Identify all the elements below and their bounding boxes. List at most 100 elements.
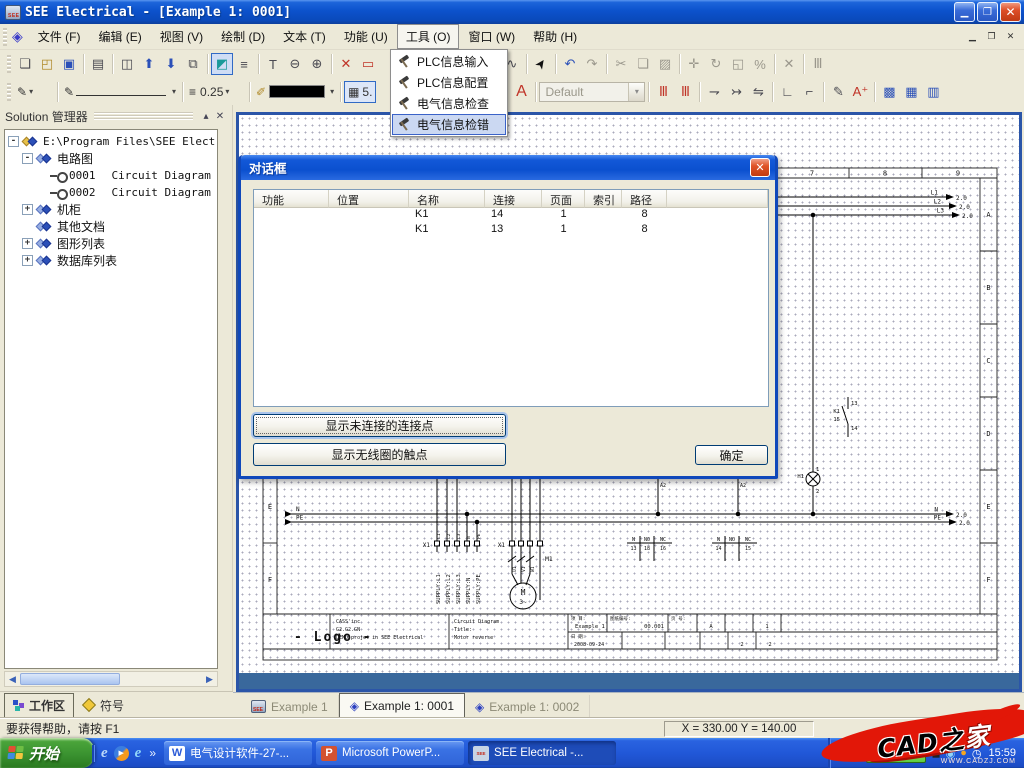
font-style-select[interactable]: Default ▾ [539,82,645,102]
pen-style-dropdown[interactable]: ✎ ▾ [14,81,54,103]
ok-button[interactable]: 确定 [695,445,768,465]
wire-numbering-icon[interactable]: ▩ [878,81,900,103]
power-plug-icon[interactable]: ◼ [931,747,940,760]
page-up-icon[interactable]: ⬆ [138,53,160,75]
menu-item-plc-config[interactable]: PLC信息配置 [392,72,506,93]
menu-draw[interactable]: 绘制 (D) [212,24,274,49]
show-contacts-without-coil-button[interactable]: 显示无线圈的触点 [253,443,506,466]
text-icon[interactable]: A [510,81,532,103]
keyboard-icon[interactable]: ⌨ [841,745,861,762]
page-manager-icon[interactable]: ⧉ [182,53,204,75]
page-down-icon[interactable]: ⬇ [160,53,182,75]
menu-text[interactable]: 文本 (T) [274,24,335,49]
chevron-more-icon[interactable]: » [149,746,156,760]
scale-icon[interactable]: ◱ [727,53,749,75]
potential-lines-icon[interactable]: Ⅲ [652,81,674,103]
horizontal-scrollbar[interactable]: ◀ ▶ [4,671,218,687]
mdi-minimize-button[interactable]: ▁ [965,30,980,43]
tab-workspace[interactable]: 工作区 [4,693,74,717]
menu-window[interactable]: 窗口 (W) [459,24,524,49]
terminal-tool-icon[interactable]: ▦ [900,81,922,103]
zoom-in-icon[interactable]: ⊕ [306,53,328,75]
dialog-title-bar[interactable]: 对话框 ✕ [241,155,775,180]
menu-item-plc-input[interactable]: PLC信息输入 [392,51,506,72]
tree-item-circuits[interactable]: - 电路图 [8,150,217,167]
delete-icon[interactable]: ✕ [335,53,357,75]
show-unconnected-points-button[interactable]: 显示未连接的连接点 [253,414,506,437]
redo-icon[interactable]: ↷ [581,53,603,75]
menu-edit[interactable]: 编辑 (E) [89,24,150,49]
expand-box-icon[interactable]: + [22,255,33,266]
tab-example1-0001[interactable]: ◈ Example 1: 0001 [339,693,465,718]
table-row[interactable]: K1 14 1 8 [254,208,768,223]
corner2-icon[interactable]: ⌐ [798,81,820,103]
line-style-dropdown[interactable]: ✎ ▾ [61,81,179,103]
table-row[interactable]: K1 13 1 8 [254,223,768,238]
expand-box-icon[interactable]: + [22,204,33,215]
column-path[interactable]: 路径 [622,190,667,208]
column-index[interactable]: 索引 [585,190,622,208]
mdi-close-button[interactable]: ✕ [1003,30,1018,43]
tab-example1[interactable]: SEE Example 1 [241,695,339,718]
clock-icon[interactable]: ◷ [972,747,982,760]
battery-indicator[interactable]: 99% [866,743,926,763]
pen-w-icon[interactable]: ✎ [827,81,849,103]
percent-icon[interactable]: % [749,53,771,75]
move-icon[interactable]: ✛ [683,53,705,75]
menu-tools[interactable]: 工具 (O) [397,24,460,49]
wire-arrow2-icon[interactable]: ↣ [725,81,747,103]
column-position[interactable]: 位置 [329,190,409,208]
expand-box-icon[interactable]: + [22,238,33,249]
results-list[interactable]: 功能 位置 名称 连接 页面 索引 路径 K1 14 1 8 K1 13 1 8 [253,189,769,407]
zoom-out-icon[interactable]: ⊖ [284,53,306,75]
scroll-left-icon[interactable]: ◀ [5,674,20,685]
tree-item-graphic-lists[interactable]: + 图形列表 [8,235,217,252]
page-copy-icon[interactable]: ◫ [116,53,138,75]
delete-gray-icon[interactable]: ✕ [778,53,800,75]
close-button[interactable]: ✕ [1000,2,1021,22]
wire-arrow1-icon[interactable]: ⇁ [703,81,725,103]
text-plus-icon[interactable]: A⁺ [849,81,871,103]
scrollbar-thumb[interactable] [20,673,120,685]
page-text-icon[interactable]: T [262,53,284,75]
wire-arrow3-icon[interactable]: ⇋ [747,81,769,103]
schematic-view-icon[interactable]: ◩ [211,53,233,75]
rotate-icon[interactable]: ↻ [705,53,727,75]
fill-color-dropdown[interactable]: ✐ ▾ [253,81,337,103]
taskbar-item-powerpoint[interactable]: P Microsoft PowerP... [316,741,464,765]
panel-close-button[interactable]: ✕ [213,111,227,122]
open-folder-icon[interactable]: ◰ [36,53,58,75]
menu-function[interactable]: 功能 (U) [335,24,397,49]
column-connection[interactable]: 连接 [485,190,542,208]
select-rect-icon[interactable]: ▭ [357,53,379,75]
tree-item-database-lists[interactable]: + 数据库列表 [8,252,217,269]
corner1-icon[interactable]: ∟ [776,81,798,103]
copy-icon[interactable]: ❏ [632,53,654,75]
collapse-box-icon[interactable]: - [22,153,33,164]
cable-tool-icon[interactable]: ▥ [922,81,944,103]
menu-view[interactable]: 视图 (V) [151,24,212,49]
tree-item-page-0002[interactable]: 0002 Circuit Diagram [8,184,217,201]
minimize-button[interactable]: ▁ [954,2,975,22]
tree-item-page-0001[interactable]: 0001 Circuit Diagram [8,167,217,184]
media-player-icon[interactable]: ▶ [114,746,129,761]
tree-item-other-docs[interactable]: 其他文档 [8,218,217,235]
potential-lines2-icon[interactable]: Ⅲ [674,81,696,103]
paste-icon[interactable]: ▨ [654,53,676,75]
mdi-restore-button[interactable]: ❐ [984,30,999,43]
start-button[interactable]: 开始 [0,738,94,768]
column-function[interactable]: 功能 [254,190,329,208]
menu-item-electric-check[interactable]: 电气信息检查 [392,93,506,114]
grid-size-field[interactable]: ▦ 5. [344,81,376,103]
collapse-box-icon[interactable]: - [8,136,19,147]
tree-item-cabinets[interactable]: + 机柜 [8,201,217,218]
browser-icon[interactable]: e [135,745,142,762]
print-icon[interactable]: ▤ [87,53,109,75]
dialog-close-button[interactable]: ✕ [750,158,770,177]
menu-file[interactable]: 文件 (F) [29,24,90,49]
tree-root[interactable]: - E:\Program Files\SEE Electric [8,133,217,150]
new-file-icon[interactable]: ❏ [14,53,36,75]
line-styles-icon[interactable]: ≡ [233,53,255,75]
tab-example1-0002[interactable]: ◈ Example 1: 0002 [465,695,590,718]
columns-icon[interactable]: Ⅲ [807,53,829,75]
